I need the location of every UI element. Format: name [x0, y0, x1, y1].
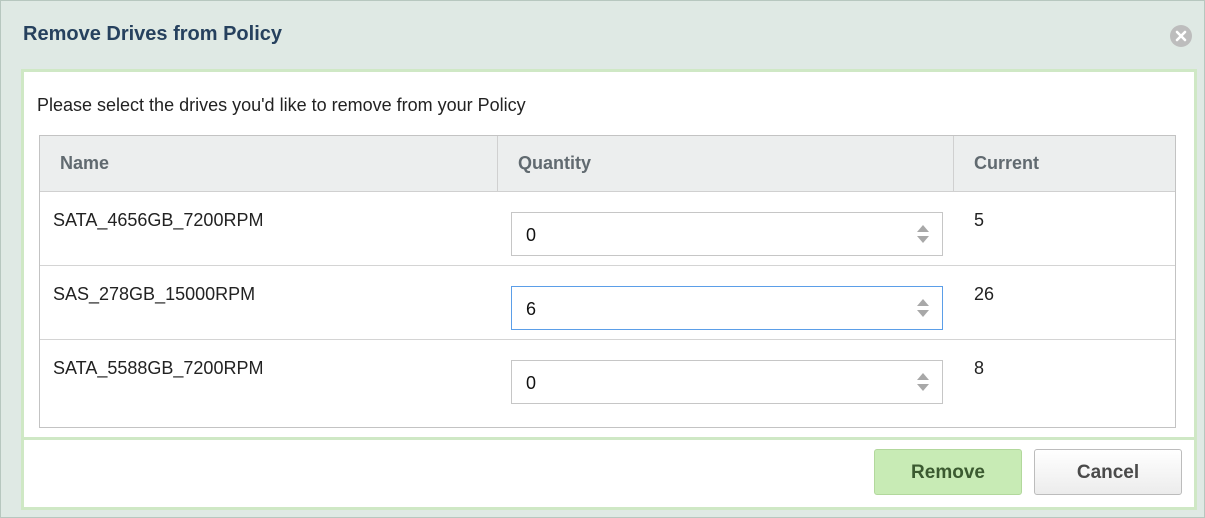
- spinner-arrows-icon[interactable]: [916, 370, 930, 394]
- dialog-footer: Remove Cancel: [21, 437, 1197, 510]
- drive-name: SATA_5588GB_7200RPM: [53, 358, 264, 378]
- table-row: SAS_278GB_15000RPM 26: [40, 266, 1175, 340]
- column-header-name: Name: [40, 136, 498, 191]
- quantity-input[interactable]: [526, 373, 886, 394]
- quantity-input[interactable]: [526, 225, 886, 246]
- remove-drives-dialog: Remove Drives from Policy Please select …: [0, 0, 1205, 518]
- quantity-input[interactable]: [526, 299, 886, 320]
- table-header: Name Quantity Current: [40, 136, 1175, 192]
- cancel-button[interactable]: Cancel: [1034, 449, 1182, 495]
- spinner-arrows-icon[interactable]: [916, 222, 930, 246]
- current-count: 8: [974, 358, 985, 378]
- quantity-stepper[interactable]: [511, 286, 943, 330]
- current-count: 5: [974, 210, 985, 230]
- instructions-text: Please select the drives you'd like to r…: [37, 95, 526, 115]
- drive-name: SAS_278GB_15000RPM: [53, 284, 256, 304]
- dialog-titlebar: Remove Drives from Policy: [1, 1, 1204, 69]
- dialog-body: Please select the drives you'd like to r…: [21, 69, 1197, 437]
- table-row: SATA_5588GB_7200RPM 8: [40, 340, 1175, 427]
- close-icon[interactable]: [1170, 25, 1192, 47]
- quantity-stepper[interactable]: [511, 212, 943, 256]
- drives-table: Name Quantity Current SATA_4656GB_7200RP…: [39, 135, 1176, 428]
- current-count: 26: [974, 284, 995, 304]
- column-header-current: Current: [974, 153, 1040, 173]
- quantity-stepper[interactable]: [511, 360, 943, 404]
- dialog-title: Remove Drives from Policy: [23, 23, 282, 45]
- column-header-quantity: Quantity: [498, 136, 954, 191]
- drive-name: SATA_4656GB_7200RPM: [53, 210, 264, 230]
- table-row: SATA_4656GB_7200RPM 5: [40, 192, 1175, 266]
- spinner-arrows-icon[interactable]: [916, 296, 930, 320]
- remove-button[interactable]: Remove: [874, 449, 1022, 495]
